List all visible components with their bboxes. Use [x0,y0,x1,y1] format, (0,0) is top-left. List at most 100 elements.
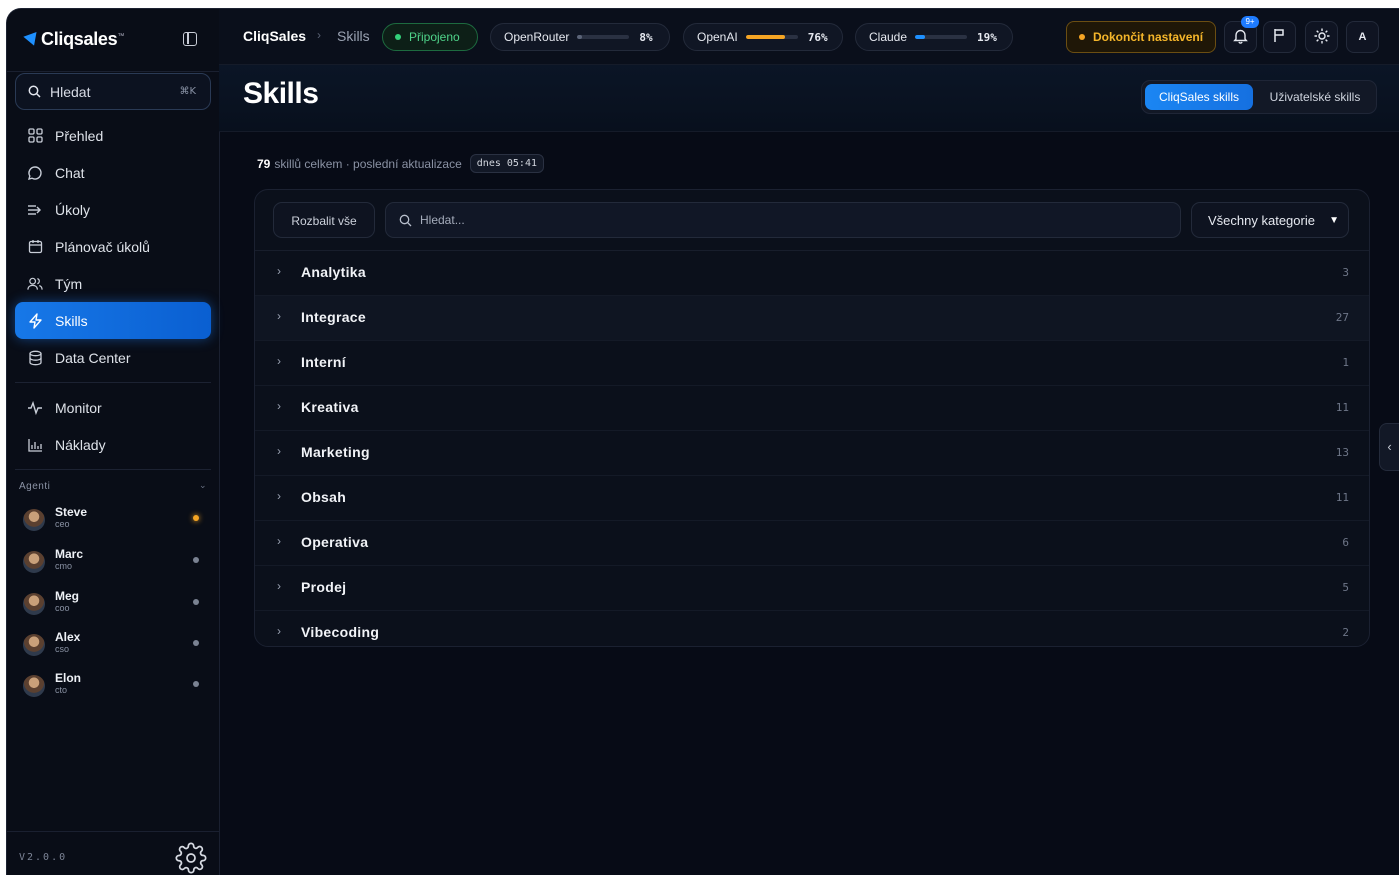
chevron-left-icon: ‹ [1387,439,1392,454]
chat-bubble-icon [27,165,43,181]
sidebar-item-skills[interactable]: Skills [15,302,211,339]
agent-role: cso [55,644,70,654]
finish-setup-button[interactable]: Dokončit nastavení [1066,21,1216,53]
chevron-down-icon[interactable]: ⌄ [199,480,207,491]
category-name: Integrace [301,309,366,325]
bell-icon [1233,28,1248,47]
sidebar-divider [15,382,211,383]
meter-fill [577,35,582,39]
sidebar-footer: V2.0.0 [7,831,219,875]
usage-meter-openai[interactable]: OpenAI 76% [683,23,843,51]
avatar-letter: A [1358,31,1367,43]
usage-meter-openrouter[interactable]: OpenRouter 8% [490,23,670,51]
user-avatar-button[interactable]: A [1346,21,1379,53]
category-row-operativa[interactable]: › Operativa 6 [255,521,1369,566]
sidebar-item-label: Data Center [55,349,131,366]
sidebar-item-data-center[interactable]: Data Center [15,339,211,376]
agent-steve[interactable]: Steve ceo [23,505,213,541]
tab-user-skills[interactable]: Uživatelské skills [1256,84,1374,110]
right-panel-toggle[interactable]: ‹ [1379,423,1399,471]
category-row-vibecoding[interactable]: › Vibecoding 2 [255,611,1369,646]
category-name: Analytika [301,264,366,280]
agent-elon[interactable]: Elon cto [23,671,213,707]
finish-setup-label: Dokončit nastavení [1093,30,1204,44]
top-bar: CliqSales › Skills Připojeno OpenRouter … [219,9,1399,65]
category-count: 5 [1342,581,1349,594]
chevron-right-icon: › [277,534,281,548]
category-count: 27 [1335,311,1349,324]
agents-section-header[interactable]: Agenti ⌄ [19,480,207,492]
breadcrumb-app[interactable]: CliqSales [243,28,306,44]
category-row-marketing[interactable]: › Marketing 13 [255,431,1369,476]
category-row-interni[interactable]: › Interní 1 [255,341,1369,386]
category-select[interactable]: Všechny kategorie ▼ [1191,202,1349,238]
agent-name: Alex [55,630,81,644]
agent-role: ceo [55,519,70,529]
category-row-prodej[interactable]: › Prodej 5 [255,566,1369,611]
agent-marc[interactable]: Marc cmo [23,547,213,583]
flag-icon [1273,28,1286,46]
category-list: › Analytika 3 › Integrace 27 › Interní 1 › Krea… [255,251,1369,646]
logo-text: Cliqsales [41,29,118,49]
sidebar-search-label: Hledat [50,84,91,100]
agents-title: Agenti [19,481,51,492]
search-icon [399,214,412,232]
gear-icon[interactable] [175,842,207,874]
status-dot [193,640,199,646]
sidebar-nav: Přehled Chat Úkoly Plánovač úkolů Tým Sk… [15,117,211,476]
sidebar-search[interactable]: Hledat ⌘K [15,73,211,110]
sidebar-item-ukoly[interactable]: Úkoly [15,191,211,228]
meter-percent: 76% [807,30,828,44]
chevron-right-icon: › [277,399,281,413]
brand-logo[interactable]: Cliqsales™ [23,29,124,50]
sidebar-item-chat[interactable]: Chat [15,154,211,191]
category-count: 11 [1335,491,1349,504]
sidebar-item-prehled[interactable]: Přehled [15,117,211,154]
sidebar-item-monitor[interactable]: Monitor [15,389,211,426]
meter-percent: 8% [639,30,653,44]
category-name: Vibecoding [301,624,380,640]
chevron-right-icon: › [277,489,281,503]
category-row-integrace[interactable]: › Integrace 27 [255,296,1369,341]
status-dot [193,599,199,605]
category-row-kreativa[interactable]: › Kreativa 11 [255,386,1369,431]
tab-cliqsales-skills[interactable]: CliqSales skills [1145,84,1253,110]
sidebar-item-tym[interactable]: Tým [15,265,211,302]
category-row-analytika[interactable]: › Analytika 3 [255,251,1369,296]
agent-name: Steve [55,505,88,519]
category-name: Marketing [301,444,370,460]
page-title: Skills [243,77,319,110]
sidebar: Cliqsales™ Hledat ⌘K Přehled Chat Úkoly [7,9,220,875]
search-placeholder: Hledat... [420,213,465,227]
chevron-right-icon: › [277,309,281,323]
chevron-down-icon: ▼ [1329,215,1339,226]
flag-button[interactable] [1263,21,1296,53]
chevron-right-icon: › [277,624,281,638]
sidebar-toggle-icon[interactable] [183,32,197,46]
expand-all-button[interactable]: Rozbalit vše [273,202,375,238]
sidebar-item-label: Přehled [55,127,104,144]
usage-meter-claude[interactable]: Claude 19% [855,23,1013,51]
sidebar-item-label: Skills [55,312,88,329]
grid-icon [27,128,43,144]
status-dot [193,557,199,563]
app-window: Cliqsales™ Hledat ⌘K Přehled Chat Úkoly [7,9,1399,875]
meter-fill [915,35,925,39]
breadcrumb-separator: › [317,28,321,42]
category-count: 6 [1342,536,1349,549]
theme-toggle-button[interactable] [1305,21,1338,53]
users-icon [27,276,43,292]
category-count: 3 [1342,266,1349,279]
page-header: Skills CliqSales skills Uživatelské skil… [219,65,1399,132]
sidebar-item-naklady[interactable]: Náklady [15,426,211,463]
agent-alex[interactable]: Alex cso [23,630,213,666]
skills-search-input[interactable]: Hledat... [385,202,1181,238]
meter-bar [915,35,968,39]
category-count: 2 [1342,626,1349,639]
category-row-obsah[interactable]: › Obsah 11 [255,476,1369,521]
agent-meg[interactable]: Meg coo [23,589,213,625]
category-name: Operativa [301,534,369,550]
sidebar-item-planovac[interactable]: Plánovač úkolů [15,228,211,265]
database-icon [27,350,43,366]
category-count: 11 [1335,401,1349,414]
